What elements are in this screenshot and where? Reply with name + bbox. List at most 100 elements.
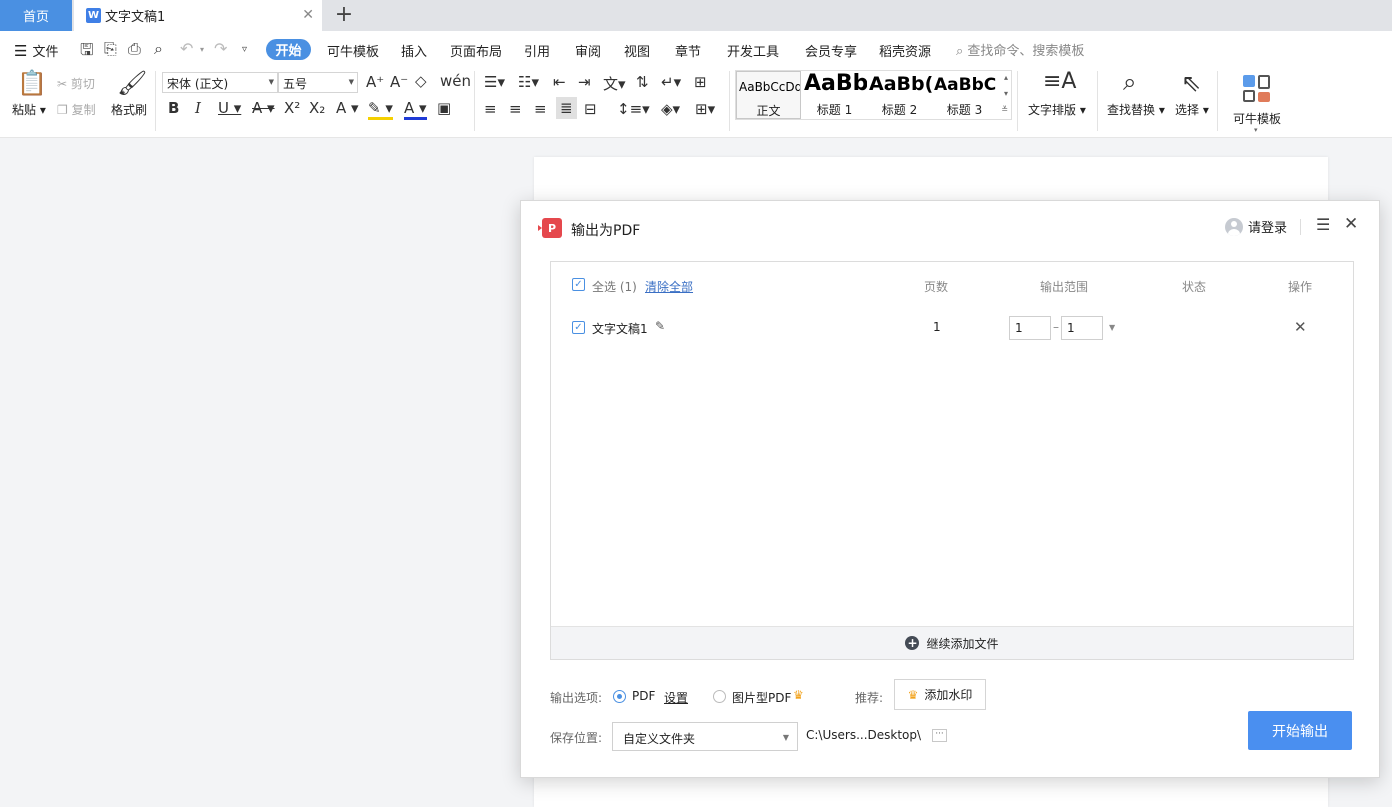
style-heading-3[interactable]: AaBbC 标题 3: [932, 71, 997, 119]
copy-button[interactable]: ❐ 复制: [57, 101, 96, 118]
superscript-icon[interactable]: X²: [284, 99, 300, 117]
login-button[interactable]: 请登录: [1225, 217, 1287, 236]
print-preview-icon[interactable]: ⌕: [154, 39, 163, 59]
template-grid-icon[interactable]: [1243, 75, 1271, 103]
menu-member[interactable]: 会员专享: [805, 41, 857, 60]
format-painter-button[interactable]: 格式刷: [111, 101, 147, 118]
undo-dropdown-icon[interactable]: ▾: [200, 45, 204, 54]
redo-icon[interactable]: ↷: [214, 39, 227, 58]
remove-row-icon[interactable]: ✕: [1294, 318, 1307, 336]
menu-insert[interactable]: 插入: [401, 41, 427, 60]
menu-icon[interactable]: ☰: [1316, 215, 1330, 234]
tab-home[interactable]: 首页: [0, 0, 72, 31]
chinese-layout-icon[interactable]: 文▾: [603, 73, 626, 94]
select-button[interactable]: 选择 ▾: [1175, 101, 1209, 118]
start-export-button[interactable]: 开始输出: [1248, 711, 1352, 750]
scroll-down-icon[interactable]: ▾: [1004, 89, 1008, 98]
file-menu[interactable]: ☰ 文件: [14, 41, 58, 60]
subscript-icon[interactable]: X₂: [309, 99, 325, 117]
range-to-input[interactable]: 1: [1061, 316, 1103, 340]
increase-indent-icon[interactable]: ⇥: [578, 73, 591, 91]
align-right-icon[interactable]: ≡: [534, 100, 547, 118]
close-icon[interactable]: ✕: [1344, 214, 1358, 234]
add-watermark-button[interactable]: ♛ 添加水印: [894, 679, 986, 710]
menu-docer-resources[interactable]: 稻壳资源: [879, 41, 931, 60]
italic-icon[interactable]: I: [195, 99, 201, 117]
pdf-radio-label[interactable]: PDF: [632, 689, 655, 703]
find-replace-button[interactable]: 查找替换 ▾: [1107, 101, 1165, 118]
font-size-select[interactable]: 五号▼: [278, 72, 358, 93]
bullet-list-icon[interactable]: ☰▾: [484, 73, 505, 91]
menu-start[interactable]: 开始: [266, 39, 311, 60]
clear-all-link[interactable]: 清除全部: [645, 278, 693, 295]
borders-icon[interactable]: ⊞▾: [695, 100, 715, 118]
menu-view[interactable]: 视图: [624, 41, 650, 60]
edit-icon[interactable]: ✎: [655, 319, 665, 333]
magnifier-icon[interactable]: ⌕: [1123, 68, 1136, 96]
undo-icon[interactable]: ↶: [180, 39, 193, 58]
menu-review[interactable]: 审阅: [575, 41, 601, 60]
style-heading-1[interactable]: AaBb 标题 1: [802, 71, 867, 119]
tab-document[interactable]: W 文字文稿1 ✕: [74, 0, 322, 31]
show-marks-icon[interactable]: ↵▾: [661, 73, 681, 91]
text-effect-icon[interactable]: A ▾: [336, 99, 359, 117]
template-button[interactable]: 可牛模板: [1233, 110, 1281, 127]
strikethrough-icon[interactable]: A ▾: [252, 99, 275, 117]
highlight-icon[interactable]: ✎ ▾: [368, 99, 393, 120]
new-tab-button[interactable]: +: [332, 2, 356, 27]
font-name-select[interactable]: 宋体 (正文)▼: [162, 72, 278, 93]
command-search[interactable]: ⌕ 查找命令、搜索模板: [956, 40, 1084, 59]
menu-keniu-template[interactable]: 可牛模板: [327, 41, 379, 60]
image-pdf-radio[interactable]: [713, 690, 726, 703]
range-from-input[interactable]: 1: [1009, 316, 1051, 340]
sort-icon[interactable]: ⇅: [636, 73, 649, 91]
menu-page-layout[interactable]: 页面布局: [450, 41, 502, 60]
tab-stop-icon[interactable]: ⊞: [694, 73, 707, 91]
image-pdf-radio-label[interactable]: 图片型PDF: [732, 689, 791, 706]
style-heading-2[interactable]: AaBb( 标题 2: [867, 71, 932, 119]
chevron-down-icon[interactable]: ▼: [1109, 323, 1115, 332]
settings-link[interactable]: 设置: [664, 689, 688, 706]
cut-button[interactable]: ✂ 剪切: [57, 75, 95, 92]
underline-icon[interactable]: U ▾: [218, 99, 241, 117]
clear-format-icon[interactable]: ◇: [415, 72, 427, 90]
align-left-icon[interactable]: ≡: [484, 100, 497, 118]
style-normal[interactable]: AaBbCcDd 正文: [736, 71, 801, 119]
chevron-down-icon[interactable]: ▾: [1254, 126, 1258, 134]
menu-section[interactable]: 章节: [675, 41, 701, 60]
row-checkbox[interactable]: ✓: [572, 321, 585, 334]
expand-gallery-icon[interactable]: ≚: [1001, 105, 1008, 114]
pdf-radio[interactable]: [613, 690, 626, 703]
print-icon[interactable]: ⎙: [128, 39, 141, 59]
grow-font-icon[interactable]: A⁺: [366, 73, 384, 91]
align-center-icon[interactable]: ≡: [509, 100, 522, 118]
line-spacing-icon[interactable]: ↕≡▾: [617, 100, 650, 118]
format-painter-icon[interactable]: 🖌: [117, 69, 147, 97]
select-all-checkbox[interactable]: ✓: [572, 278, 585, 291]
scroll-up-icon[interactable]: ▴: [1004, 73, 1008, 82]
font-color-icon[interactable]: A ▾: [404, 99, 427, 120]
customize-toolbar-icon[interactable]: ▿: [242, 44, 247, 55]
text-layout-button[interactable]: 文字排版 ▾: [1028, 101, 1086, 118]
add-more-files-button[interactable]: + 继续添加文件: [551, 626, 1353, 659]
shrink-font-icon[interactable]: A⁻: [390, 73, 408, 91]
decrease-indent-icon[interactable]: ⇤: [553, 73, 566, 91]
paste-icon[interactable]: 📋: [17, 69, 47, 97]
phonetic-guide-icon[interactable]: wén: [440, 72, 471, 90]
save-location-select[interactable]: 自定义文件夹 ▼: [612, 722, 798, 751]
save-icon[interactable]: 🖫: [80, 39, 94, 66]
numbered-list-icon[interactable]: ☷▾: [518, 73, 539, 91]
paste-button[interactable]: 粘贴 ▾: [12, 101, 46, 118]
menu-developer[interactable]: 开发工具: [727, 41, 779, 60]
shading-icon[interactable]: ◈▾: [661, 100, 680, 118]
text-layout-icon[interactable]: ≡A: [1043, 69, 1076, 94]
bold-icon[interactable]: B: [168, 99, 179, 117]
browse-button[interactable]: ···: [932, 729, 947, 742]
cursor-icon[interactable]: ⇖: [1181, 69, 1201, 97]
character-border-icon[interactable]: ▣: [437, 99, 451, 117]
menu-references[interactable]: 引用: [524, 41, 550, 60]
distributed-icon[interactable]: ⊟: [584, 100, 597, 118]
justify-icon[interactable]: ≣: [556, 97, 577, 119]
close-tab-icon[interactable]: ✕: [302, 7, 314, 23]
export-pdf-icon[interactable]: ⎘: [104, 39, 117, 59]
